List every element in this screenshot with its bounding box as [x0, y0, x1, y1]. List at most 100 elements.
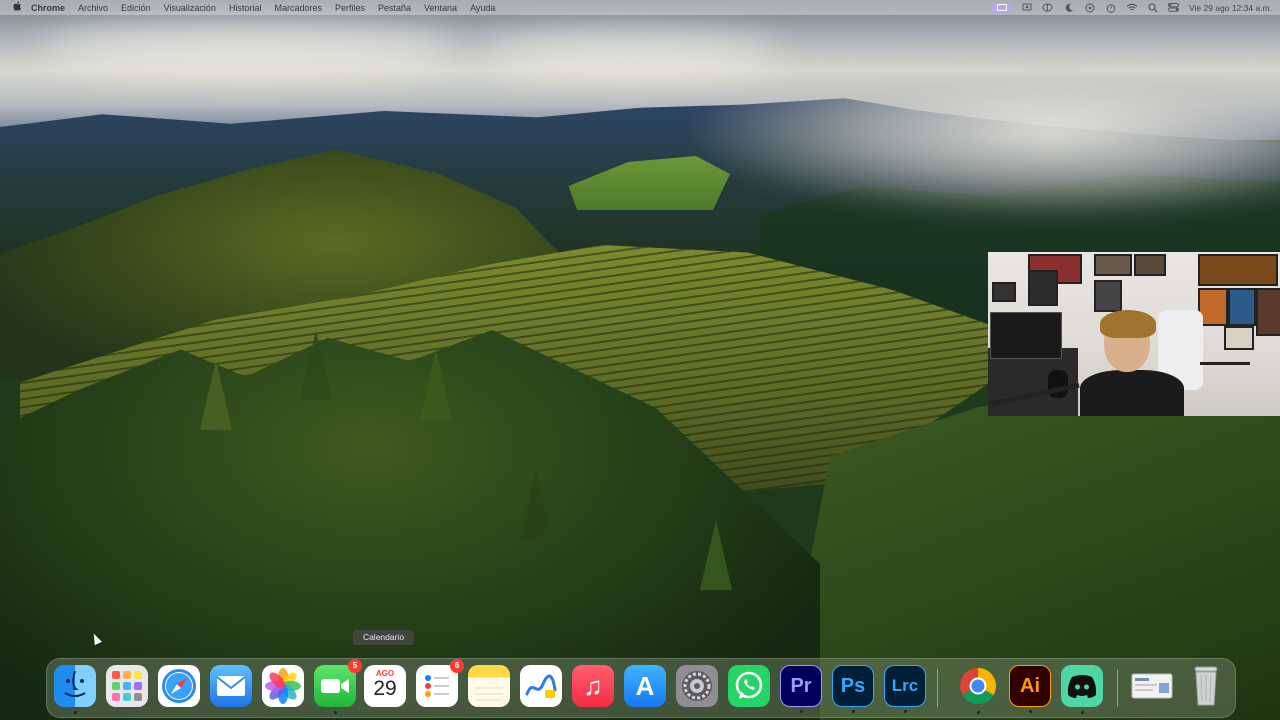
- dock-separator: [1117, 669, 1118, 707]
- launchpad-tile: [123, 682, 131, 690]
- notes-icon: [475, 687, 503, 701]
- launchpad-tile: [134, 693, 142, 701]
- dock-item-launchpad[interactable]: [106, 665, 148, 707]
- wall-frame: [1224, 326, 1254, 350]
- menu-item-edicion[interactable]: Edición: [121, 3, 151, 13]
- stopwatch-icon[interactable]: [1105, 3, 1117, 13]
- wall-frame: [1198, 254, 1278, 286]
- wifi-icon[interactable]: [1126, 3, 1138, 13]
- wallpaper-fog: [680, 70, 1280, 220]
- brain-icon[interactable]: [1042, 3, 1054, 13]
- safari-compass-icon: [162, 669, 196, 703]
- wall-rack: [1200, 362, 1250, 405]
- dock-item-safari[interactable]: [158, 665, 200, 707]
- whatsapp-icon: [735, 671, 763, 699]
- dock-item-chrome[interactable]: [957, 665, 999, 714]
- menu-item-ventana[interactable]: Ventana: [424, 3, 457, 13]
- menu-item-pestana[interactable]: Pestaña: [378, 3, 411, 13]
- dock-item-system-settings[interactable]: [676, 665, 718, 707]
- wall-frame: [1228, 288, 1256, 326]
- menu-app-name[interactable]: Chrome: [31, 3, 65, 13]
- menu-item-visualizacion[interactable]: Visualización: [164, 3, 216, 13]
- wall-frame: [1028, 270, 1058, 306]
- running-indicator: [333, 711, 337, 714]
- apple-logo-icon[interactable]: [6, 1, 28, 14]
- dock-item-calendar[interactable]: AGO 29: [364, 665, 406, 707]
- dock-item-freeform[interactable]: [520, 665, 562, 707]
- dock-item-reminders[interactable]: 6: [416, 659, 464, 707]
- control-center-icon[interactable]: [1168, 3, 1180, 13]
- dock-item-photos[interactable]: [262, 665, 304, 707]
- webcam-person-hair: [1100, 310, 1156, 338]
- dock-item-illustrator[interactable]: Ai: [1009, 665, 1051, 713]
- dock-separator: [937, 669, 938, 707]
- photoshop-icon: Ps: [840, 674, 866, 697]
- dock-item-discord[interactable]: [1061, 665, 1103, 714]
- dock: 5 AGO 29 6 ♫ A Pr Ps Lrc Ai: [46, 658, 1236, 718]
- running-indicator: [73, 711, 77, 714]
- menu-item-marcadores[interactable]: Marcadores: [274, 3, 322, 13]
- premiere-icon: Pr: [790, 674, 812, 697]
- launchpad-tile: [123, 693, 131, 701]
- wall-frame: [1094, 280, 1122, 312]
- wallpaper-cloud: [480, 35, 780, 75]
- wall-frame: [1134, 254, 1166, 276]
- preview-icon: [1131, 673, 1173, 699]
- dock-item-whatsapp[interactable]: [728, 665, 770, 707]
- running-indicator: [1028, 710, 1032, 713]
- search-icon[interactable]: [1147, 2, 1159, 13]
- dock-item-lightroom[interactable]: Lrc: [884, 665, 926, 713]
- dock-item-premiere[interactable]: Pr: [780, 665, 822, 713]
- finder-icon: [64, 670, 86, 697]
- menu-item-ayuda[interactable]: Ayuda: [470, 3, 495, 13]
- menu-item-historial[interactable]: Historial: [229, 3, 262, 13]
- focus-moon-icon[interactable]: [1063, 3, 1075, 13]
- dock-item-notes[interactable]: [468, 665, 510, 707]
- dock-item-trash[interactable]: [1185, 665, 1227, 707]
- screen-record-icon[interactable]: [991, 2, 1012, 13]
- wallpaper-tree: [520, 470, 552, 540]
- dock-item-photoshop[interactable]: Ps: [832, 665, 874, 713]
- wall-frame: [1256, 288, 1280, 336]
- running-indicator: [851, 710, 855, 713]
- screen-mirror-icon[interactable]: [1021, 3, 1033, 13]
- dock-item-music[interactable]: ♫: [572, 665, 614, 707]
- webcam-overlay: [988, 252, 1280, 416]
- wallpaper-tree: [200, 360, 232, 430]
- launchpad-tile: [134, 671, 142, 679]
- dock-item-preview[interactable]: [1131, 665, 1173, 707]
- menu-item-perfiles[interactable]: Perfiles: [335, 3, 365, 13]
- status-area: Vie 29 ago 12:34 a.m.: [991, 0, 1272, 15]
- wallpaper-cloud: [40, 25, 460, 75]
- dock-item-app-store[interactable]: A: [624, 665, 666, 707]
- mail-envelope-icon: [216, 676, 246, 696]
- music-note-icon: ♫: [583, 670, 603, 701]
- wallpaper-tree: [700, 520, 732, 590]
- photos-flower-icon: [265, 668, 301, 704]
- dock-item-facetime[interactable]: 5: [314, 659, 362, 714]
- menu-bar: Chrome Archivo Edición Visualización His…: [0, 0, 1280, 15]
- microphone-icon: [1048, 370, 1068, 398]
- illustrator-icon: Ai: [1020, 674, 1040, 697]
- app-store-icon: A: [635, 670, 655, 701]
- launchpad-tile: [134, 682, 142, 690]
- launchpad-tile: [112, 671, 120, 679]
- dock-item-finder[interactable]: [54, 665, 96, 714]
- menu-item-archivo[interactable]: Archivo: [78, 3, 108, 13]
- settings-gear-icon: [682, 671, 712, 701]
- reminders-list-icon: [425, 675, 449, 697]
- calendar-day: 29: [373, 677, 397, 700]
- wall-frame: [992, 282, 1016, 302]
- dock-tooltip: Calendario: [353, 630, 414, 645]
- freeform-icon: [525, 674, 557, 698]
- wall-frame: [1094, 254, 1132, 276]
- play-icon[interactable]: [1084, 3, 1096, 13]
- running-indicator: [903, 710, 907, 713]
- running-indicator: [799, 710, 803, 713]
- launchpad-tile: [112, 682, 120, 690]
- menubar-clock[interactable]: Vie 29 ago 12:34 a.m.: [1189, 3, 1272, 13]
- dock-item-mail[interactable]: [210, 665, 252, 707]
- discord-icon: [1067, 675, 1097, 698]
- lightroom-icon: Lrc: [891, 676, 919, 695]
- notification-badge: 6: [450, 659, 464, 673]
